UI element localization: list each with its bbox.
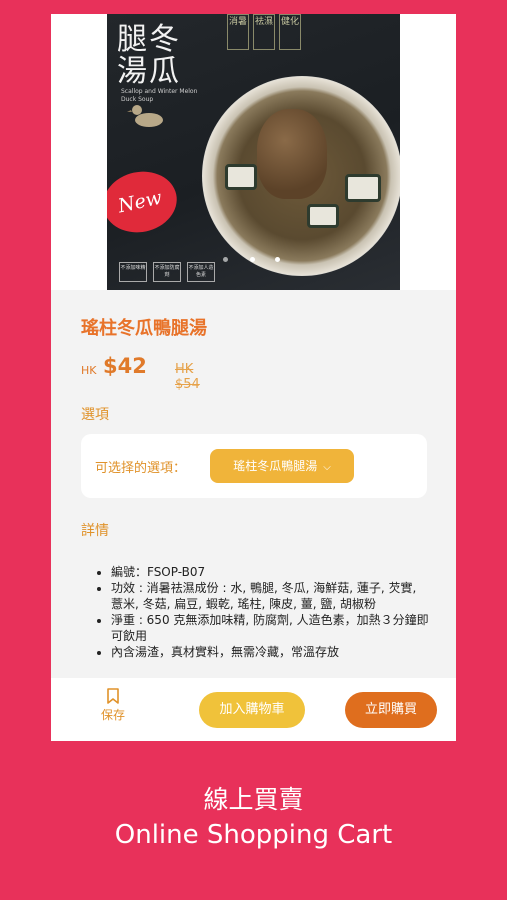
- options-label: 可选择的選項：: [95, 461, 187, 476]
- detail-item: 內含湯渣，真材實料，無需冷藏，常溫存放: [111, 644, 429, 660]
- chevron-down-icon: ⌵: [323, 462, 331, 473]
- detail-item: 編號：FSOP-B07: [111, 564, 429, 580]
- detail-item: 淨重 : 650 克無添加味精, 防腐劑, 人造色素，加熱３分鐘即可飲用: [111, 612, 429, 644]
- product-image-carousel[interactable]: 腿冬 湯瓜 Scallop and Winter Melon Duck Soup…: [51, 14, 456, 290]
- options-section-label: 選項: [81, 407, 109, 423]
- detail-item: 功效 : 消暑祛濕成份 : 水, 鴨腿, 冬瓜, 海鮮菇, 蓮子, 芡實, 薏米…: [111, 580, 429, 612]
- option-selected-value: 瑤柱冬瓜鴨腿湯: [233, 459, 318, 473]
- option-select[interactable]: 瑤柱冬瓜鴨腿湯 ⌵: [210, 449, 354, 483]
- options-card: 可选择的選項： 瑤柱冬瓜鴨腿湯 ⌵: [81, 434, 427, 498]
- pack-stamp: 祛濕: [253, 14, 275, 50]
- pack-stamp: 消暑: [227, 14, 249, 50]
- caption-chinese: 線上買賣: [203, 785, 304, 814]
- bottom-action-bar: 保存 加入購物車 立即購買: [51, 678, 456, 741]
- pack-stamp: 健化: [279, 14, 301, 50]
- pack-title: 腿冬 湯瓜: [117, 22, 181, 89]
- pack-tag: 不添加味精: [119, 262, 147, 282]
- save-label: 保存: [100, 708, 125, 722]
- new-badge: New: [107, 164, 183, 240]
- product-photo: 腿冬 湯瓜 Scallop and Winter Melon Duck Soup…: [107, 14, 400, 290]
- melon-piece: [307, 204, 339, 228]
- buy-now-button[interactable]: 立即購買: [345, 692, 437, 728]
- product-title: 瑤柱冬瓜鴨腿湯: [81, 318, 207, 339]
- carousel-dot[interactable]: [250, 257, 255, 262]
- carousel-dot[interactable]: [223, 257, 228, 262]
- price-value: $42: [103, 354, 147, 378]
- save-button[interactable]: 保存: [93, 688, 133, 723]
- carousel-dot[interactable]: [275, 257, 280, 262]
- app-screen: 腿冬 湯瓜 Scallop and Winter Melon Duck Soup…: [51, 14, 456, 741]
- melon-piece: [345, 174, 381, 202]
- price-currency: HK: [81, 364, 97, 377]
- details-section-label: 詳情: [81, 523, 109, 539]
- pack-tag: 不添加人造色素: [187, 262, 215, 282]
- bookmark-icon: [107, 688, 119, 704]
- duck-illustration-icon: [127, 105, 163, 127]
- duck-leg: [257, 109, 327, 199]
- details-list: 編號：FSOP-B07 功效 : 消暑祛濕成份 : 水, 鴨腿, 冬瓜, 海鮮菇…: [99, 564, 429, 660]
- original-price: HK $54: [175, 362, 200, 392]
- pack-tag: 不添加防腐劑: [153, 262, 181, 282]
- caption-english: Online Shopping Cart: [114, 820, 393, 850]
- melon-piece: [225, 164, 257, 190]
- add-to-cart-button[interactable]: 加入購物車: [199, 692, 305, 728]
